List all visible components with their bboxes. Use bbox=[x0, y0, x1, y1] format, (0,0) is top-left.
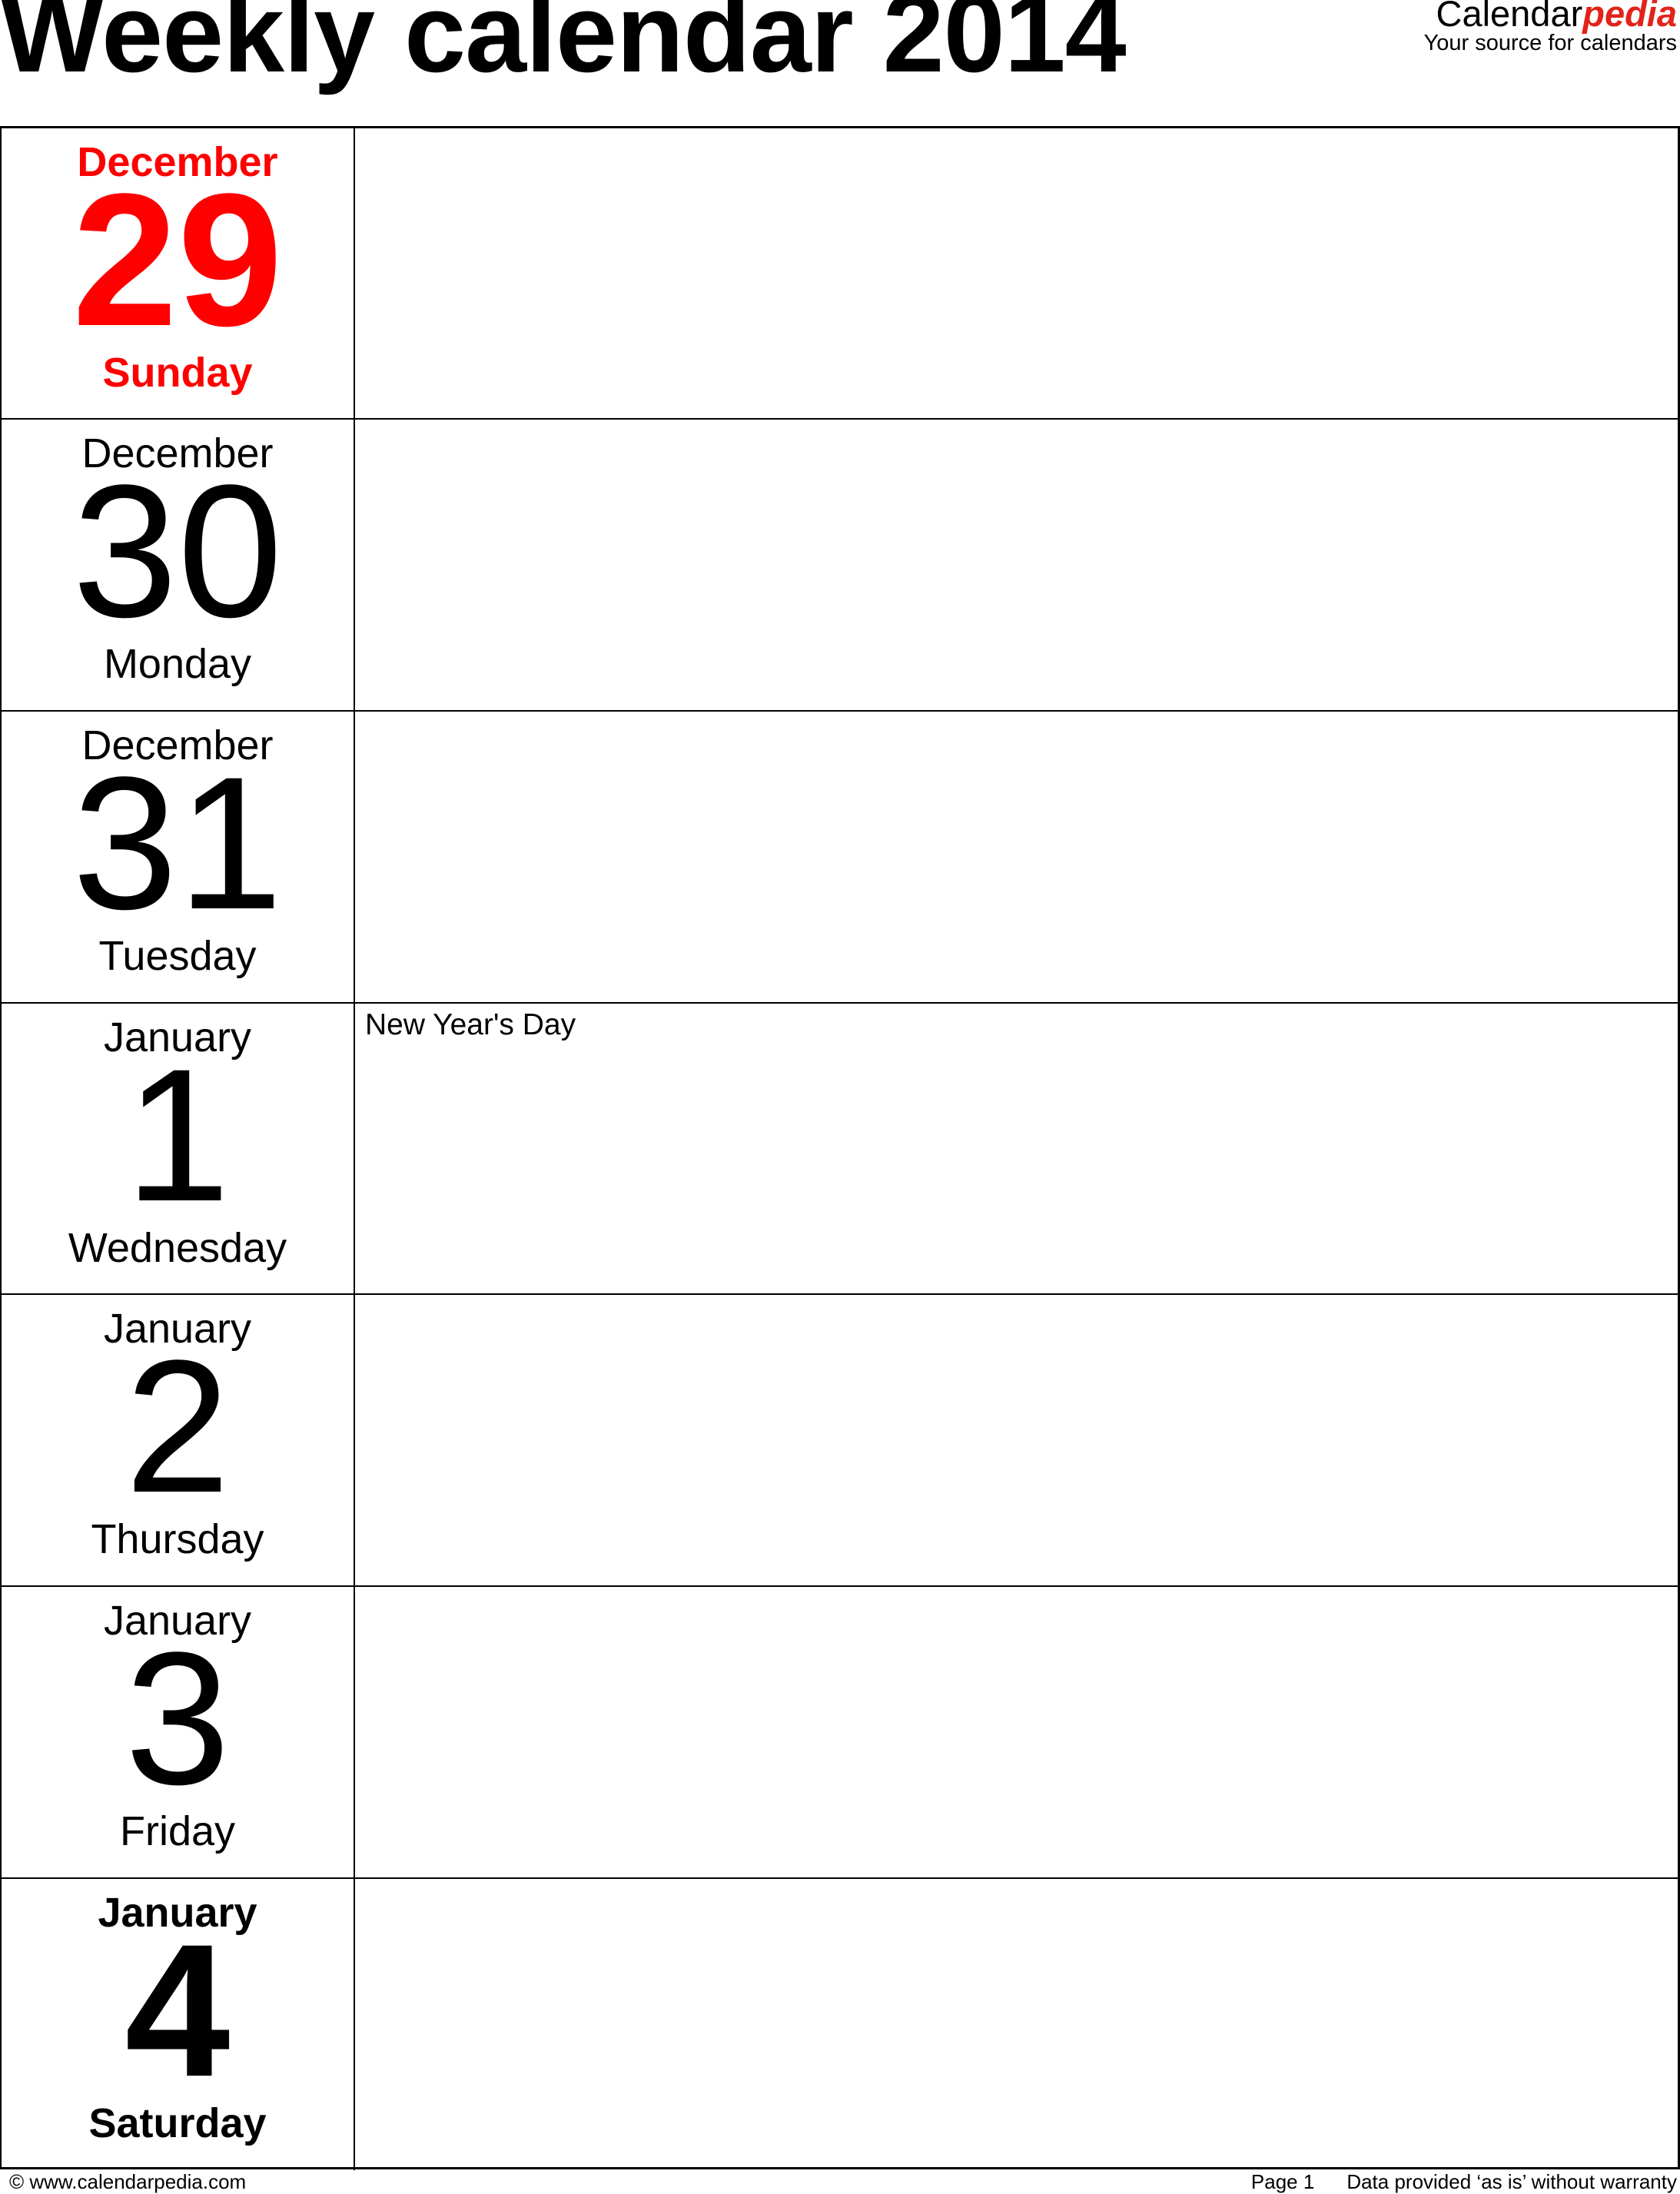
date-cell: January 4 Saturday bbox=[2, 1879, 354, 2170]
date-cell: December 31 Tuesday bbox=[2, 712, 354, 1003]
day-row: December 29 Sunday bbox=[2, 128, 1678, 420]
notes-cell[interactable] bbox=[355, 1295, 1678, 1586]
date-cell: January 2 Thursday bbox=[2, 1295, 354, 1586]
notes-cell[interactable] bbox=[355, 128, 1678, 420]
footer-disclaimer: Data provided ‘as is’ without warranty bbox=[1346, 2170, 1677, 2193]
date-cell: December 29 Sunday bbox=[2, 128, 354, 420]
weekday-label: Thursday bbox=[91, 1516, 264, 1562]
notes-cell[interactable] bbox=[355, 1879, 1678, 2170]
logo-wordmark-pedia: pedia bbox=[1582, 0, 1677, 34]
logo-tagline: Your source for calendars bbox=[1423, 31, 1677, 55]
logo-wordmark-calendar: Calendar bbox=[1436, 0, 1583, 34]
calendarpedia-logo[interactable]: Calendarpedia Your source for calendars bbox=[1424, 0, 1677, 55]
day-row: January 3 Friday bbox=[2, 1587, 1678, 1879]
notes-cell[interactable]: New Year's Day bbox=[355, 1004, 1678, 1295]
page-title: Weekly calendar 2014 bbox=[0, 0, 1127, 95]
weekday-label: Friday bbox=[119, 1808, 236, 1854]
day-row: January 2 Thursday bbox=[2, 1295, 1678, 1587]
day-number: 4 bbox=[125, 1905, 231, 2116]
day-number: 2 bbox=[125, 1321, 231, 1532]
weekday-label: Saturday bbox=[88, 2100, 267, 2146]
weekly-calendar-table: December 29 Sunday December 30 Monday De… bbox=[0, 126, 1680, 2171]
page-number: Page 1 bbox=[1250, 2170, 1315, 2193]
weekday-label: Tuesday bbox=[98, 933, 257, 979]
footer-right: Page 1 Data provided ‘as is’ without warr… bbox=[1251, 2170, 1677, 2193]
weekday-label: Monday bbox=[103, 641, 252, 687]
day-row: January 1 Wednesday New Year's Day bbox=[2, 1004, 1678, 1296]
notes-cell[interactable] bbox=[355, 1587, 1678, 1878]
logo-wordmark: Calendarpedia bbox=[1424, 0, 1678, 34]
day-row: December 30 Monday bbox=[2, 420, 1678, 712]
weekday-label: Sunday bbox=[102, 350, 253, 396]
day-number: 3 bbox=[125, 1613, 231, 1824]
day-row: January 4 Saturday bbox=[2, 1879, 1678, 2171]
holiday-note: New Year's Day bbox=[365, 1008, 576, 1041]
footer-copyright: © www.calendarpedia.com bbox=[9, 2170, 247, 2193]
day-number: 29 bbox=[72, 154, 283, 366]
date-cell: January 1 Wednesday bbox=[2, 1004, 354, 1295]
day-number: 1 bbox=[125, 1030, 231, 1241]
date-cell: January 3 Friday bbox=[2, 1587, 354, 1878]
notes-cell[interactable] bbox=[355, 712, 1678, 1003]
day-row: December 31 Tuesday bbox=[2, 712, 1678, 1004]
weekday-label: Wednesday bbox=[68, 1225, 287, 1271]
notes-cell[interactable] bbox=[355, 420, 1678, 711]
day-number: 30 bbox=[72, 446, 283, 657]
date-cell: December 30 Monday bbox=[2, 420, 354, 711]
day-number: 31 bbox=[72, 738, 283, 949]
